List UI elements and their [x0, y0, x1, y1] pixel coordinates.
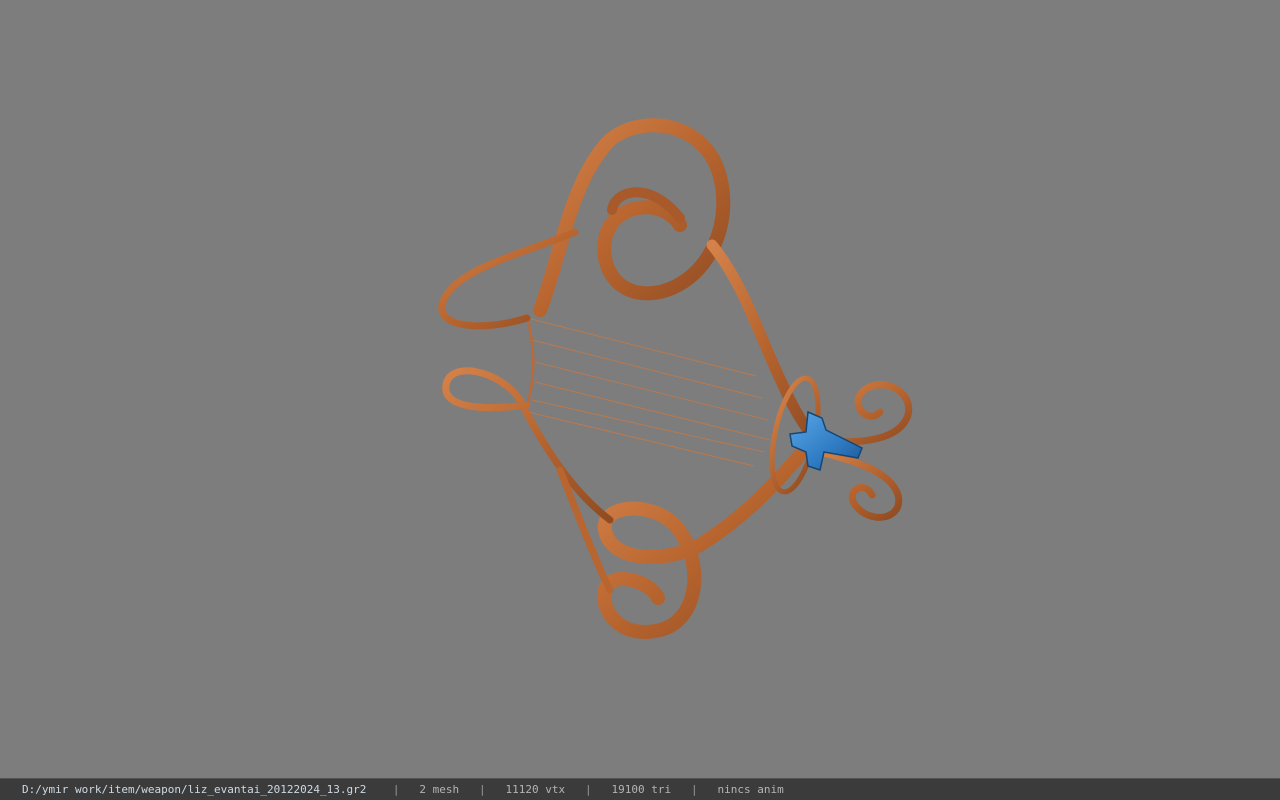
3d-viewport[interactable] [0, 0, 1280, 778]
mesh-count: 2 mesh [419, 783, 460, 796]
triangle-count: 19100 tri [611, 783, 672, 796]
separator: | [392, 783, 400, 796]
separator: | [584, 783, 592, 796]
lower-curl [816, 448, 903, 521]
vertex-count: 11120 vtx [505, 783, 566, 796]
upper-arm [533, 118, 731, 317]
right-spine [706, 239, 821, 446]
string-bar [524, 313, 535, 407]
model-render [438, 118, 913, 639]
harp-strings [526, 317, 771, 467]
separator: | [479, 783, 486, 796]
file-path: D:/ymir work/item/weapon/liz_evantai_201… [22, 783, 367, 796]
lower-arm [597, 448, 807, 639]
lower-tail [442, 367, 614, 524]
separator: | [690, 783, 698, 796]
animation-status: nincs anim [717, 783, 784, 796]
status-bar: D:/ymir work/item/weapon/liz_evantai_201… [0, 778, 1280, 800]
